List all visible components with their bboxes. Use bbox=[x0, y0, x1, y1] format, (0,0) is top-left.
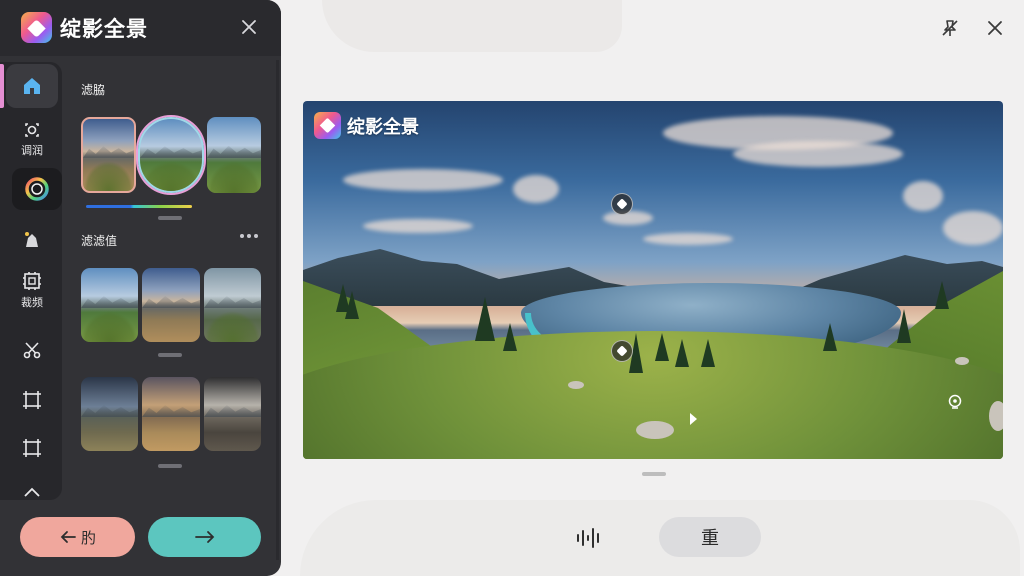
arrow-right-icon bbox=[194, 531, 214, 543]
cloud bbox=[363, 219, 473, 233]
rock bbox=[989, 401, 1003, 431]
filter-thumb[interactable] bbox=[81, 377, 138, 451]
filter-thumb[interactable] bbox=[142, 377, 200, 451]
rail-item-color[interactable] bbox=[12, 168, 62, 210]
preset-scroll-indicator bbox=[158, 216, 182, 220]
gyro-icon[interactable] bbox=[946, 393, 964, 411]
tree bbox=[701, 339, 715, 367]
cloud bbox=[903, 181, 943, 211]
tree bbox=[823, 323, 837, 351]
cloud bbox=[513, 175, 559, 203]
preset-thumb[interactable] bbox=[81, 117, 136, 193]
redo-button-label: 重 bbox=[701, 528, 719, 549]
rail-item-frame-alt[interactable] bbox=[12, 432, 52, 464]
tree bbox=[503, 323, 517, 351]
cloud bbox=[343, 169, 503, 191]
adjust-icon bbox=[25, 123, 39, 137]
panorama-viewer[interactable]: 绽影全景 bbox=[303, 101, 1003, 459]
rail-item-scissors[interactable] bbox=[12, 334, 52, 366]
tree bbox=[475, 297, 495, 341]
rock bbox=[955, 357, 969, 365]
rail-active-indicator bbox=[0, 64, 4, 108]
next-button[interactable] bbox=[148, 517, 261, 557]
background-decoration bbox=[322, 0, 622, 52]
rock bbox=[636, 421, 674, 439]
chevron-right-icon[interactable] bbox=[685, 411, 701, 427]
window-close-button[interactable] bbox=[983, 16, 1007, 40]
frame-alt-icon bbox=[23, 439, 41, 457]
crop-icon bbox=[23, 272, 41, 290]
scissors-icon bbox=[23, 342, 41, 359]
more-options-button[interactable] bbox=[240, 234, 258, 238]
redo-button[interactable]: 重 bbox=[659, 517, 761, 557]
cloud bbox=[733, 141, 903, 167]
editor-panel: 绽影全景 调润 裁频 滤脇 滤滤值 肑 bbox=[0, 0, 281, 576]
magic-icon bbox=[25, 232, 38, 247]
panel-header: 绽影全景 bbox=[0, 0, 281, 56]
panel-scrollbar[interactable] bbox=[276, 60, 279, 560]
presets-section-title: 滤脇 bbox=[81, 83, 106, 97]
app-logo bbox=[21, 12, 52, 43]
rail-label-adjust: 调润 bbox=[21, 144, 43, 157]
tool-rail: 调润 裁频 bbox=[0, 62, 62, 500]
preset-thumb[interactable] bbox=[207, 117, 261, 193]
tree bbox=[675, 339, 689, 367]
chevron-up-icon bbox=[24, 487, 40, 497]
rail-item-magic[interactable] bbox=[12, 224, 52, 256]
rail-item-adjust[interactable]: 调润 bbox=[12, 118, 52, 160]
arrow-left-icon bbox=[60, 531, 76, 543]
rail-label-crop: 裁频 bbox=[21, 296, 43, 309]
tree bbox=[897, 309, 911, 343]
frame-icon bbox=[23, 391, 41, 409]
filter-thumb[interactable] bbox=[81, 268, 138, 342]
filter-thumb[interactable] bbox=[204, 377, 261, 451]
tree bbox=[345, 291, 359, 319]
preset-color-indicator bbox=[86, 205, 192, 208]
cloud bbox=[943, 211, 1003, 245]
pin-window-button[interactable] bbox=[938, 16, 962, 40]
preset-thumb-selected[interactable] bbox=[138, 117, 204, 193]
viewer-resize-handle[interactable] bbox=[642, 472, 666, 476]
cloud bbox=[643, 233, 733, 245]
tree bbox=[935, 281, 949, 309]
tree bbox=[655, 333, 669, 361]
home-icon bbox=[24, 78, 40, 94]
rock bbox=[568, 381, 584, 389]
pin-off-icon bbox=[942, 20, 958, 36]
filters-section-title: 滤滤值 bbox=[81, 234, 118, 248]
more-dot-icon bbox=[254, 234, 258, 238]
close-icon bbox=[988, 21, 1002, 35]
rail-item-frame[interactable] bbox=[12, 384, 52, 416]
panel-close-button[interactable] bbox=[238, 16, 260, 38]
rail-scroll-up[interactable] bbox=[12, 482, 52, 502]
color-wheel-icon bbox=[25, 177, 49, 201]
rail-item-home[interactable] bbox=[12, 70, 52, 102]
meadow bbox=[303, 331, 1003, 459]
filter-scroll-indicator bbox=[158, 464, 182, 468]
filter-scroll-indicator bbox=[158, 353, 182, 357]
panorama-hotspot[interactable] bbox=[611, 340, 633, 362]
waveform-icon bbox=[577, 528, 599, 548]
watermark-text: 绽影全景 bbox=[347, 117, 419, 138]
more-dot-icon bbox=[247, 234, 251, 238]
filter-thumb[interactable] bbox=[204, 268, 261, 342]
panorama-hotspot[interactable] bbox=[611, 193, 633, 215]
back-button[interactable]: 肑 bbox=[20, 517, 135, 557]
close-icon bbox=[242, 20, 256, 34]
filter-thumb[interactable] bbox=[142, 268, 200, 342]
audio-button[interactable] bbox=[572, 524, 606, 552]
more-dot-icon bbox=[240, 234, 244, 238]
back-button-label: 肑 bbox=[80, 528, 96, 547]
rail-item-crop[interactable]: 裁频 bbox=[12, 268, 52, 312]
app-title: 绽影全景 bbox=[60, 17, 148, 41]
watermark-logo bbox=[314, 112, 341, 139]
